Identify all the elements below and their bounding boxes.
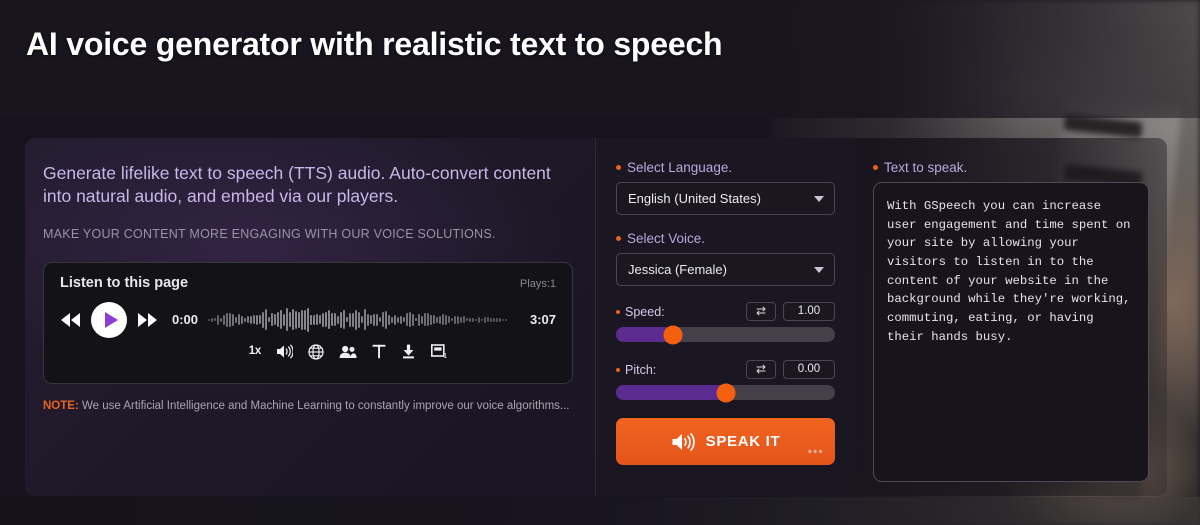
player-transport-row: 0:00 3:07 — [60, 301, 556, 338]
speak-it-button[interactable]: SPEAK IT ••• — [616, 418, 835, 465]
pitch-control-right: ⇄ 0.00 — [746, 360, 835, 379]
speed-slider-thumb[interactable] — [663, 325, 683, 344]
playback-speed-button[interactable]: 1x — [249, 345, 262, 358]
current-time: 0:00 — [172, 312, 199, 328]
pitch-label-text: Pitch: — [625, 362, 657, 377]
player-header: Listen to this page Plays:1 — [60, 275, 556, 291]
text-icon[interactable] — [372, 344, 386, 359]
voice-select-value: Jessica (Female) — [628, 262, 727, 277]
play-button[interactable] — [91, 301, 127, 338]
speed-slider[interactable] — [616, 325, 835, 344]
pitch-value-input[interactable]: 0.00 — [783, 360, 835, 379]
chevron-down-icon — [814, 266, 824, 273]
voice-label-text: Select Voice. — [627, 231, 706, 246]
rewind-icon[interactable] — [60, 312, 82, 328]
language-label: Select Language. — [616, 160, 835, 175]
note-prefix: NOTE: — [43, 399, 79, 412]
controls-panel: Select Language. English (United States)… — [595, 138, 855, 496]
waveform-scrubber[interactable] — [208, 307, 520, 333]
speed-value-input[interactable]: 1.00 — [783, 302, 835, 321]
download-icon[interactable] — [401, 344, 416, 359]
bullet-dot-icon — [616, 236, 621, 241]
pitch-slider[interactable] — [616, 383, 835, 402]
people-icon[interactable] — [339, 345, 357, 359]
pitch-control-header: Pitch: ⇄ 0.00 — [616, 360, 835, 379]
chevron-down-icon — [814, 195, 824, 202]
globe-icon[interactable] — [308, 343, 324, 360]
total-duration: 3:07 — [529, 312, 556, 328]
text-to-speak-label: Text to speak. — [873, 160, 1149, 175]
language-select[interactable]: English (United States) — [616, 182, 835, 215]
footer-backdrop — [0, 497, 1200, 525]
language-select-value: English (United States) — [628, 191, 761, 206]
player-title: Listen to this page — [60, 274, 189, 291]
fast-forward-icon[interactable] — [136, 312, 158, 328]
text-panel: Text to speak. With GSpeech you can incr… — [855, 138, 1167, 496]
bullet-dot-icon — [616, 367, 620, 372]
text-to-speak-label-text: Text to speak. — [884, 160, 968, 175]
bullet-dot-icon — [873, 165, 878, 170]
subheading: MAKE YOUR CONTENT MORE ENGAGING WITH OUR… — [43, 226, 496, 241]
bullet-dot-icon — [616, 165, 621, 170]
bullet-dot-icon — [616, 309, 620, 314]
svg-text:1: 1 — [443, 353, 447, 359]
text-to-speak-input[interactable]: With GSpeech you can increase user engag… — [873, 182, 1149, 482]
pitch-reset-icon[interactable]: ⇄ — [746, 360, 776, 379]
pitch-slider-thumb[interactable] — [716, 383, 735, 402]
speak-it-label: SPEAK IT — [705, 433, 781, 450]
speed-label-text: Speed: — [625, 304, 665, 319]
speed-control-right: ⇄ 1.00 — [746, 302, 835, 321]
page-root: AI voice generator with realistic text t… — [0, 0, 1200, 525]
play-icon — [104, 311, 118, 328]
speed-reset-icon[interactable]: ⇄ — [746, 302, 776, 321]
speed-label: Speed: — [616, 305, 665, 319]
page-title: AI voice generator with realistic text t… — [26, 26, 723, 62]
player-play-count: Plays:1 — [519, 277, 556, 290]
player-options-row: 1x 1 — [60, 343, 556, 360]
audio-player: Listen to this page Plays:1 0:00 3:07 1x… — [43, 261, 573, 384]
embed-icon[interactable]: 1 — [431, 344, 448, 359]
speed-control-header: Speed: ⇄ 1.00 — [616, 302, 835, 321]
volume-icon[interactable] — [276, 344, 293, 359]
note-text: We use Artificial Intelligence and Machi… — [78, 399, 570, 412]
speaker-icon — [671, 432, 695, 452]
left-panel: Generate lifelike text to speech (TTS) a… — [25, 138, 595, 496]
voice-label: Select Voice. — [616, 231, 835, 246]
disclaimer-note: NOTE: We use Artificial Intelligence and… — [43, 398, 573, 415]
pitch-label: Pitch: — [616, 363, 656, 377]
lead-paragraph: Generate lifelike text to speech (TTS) a… — [43, 163, 551, 207]
voice-select[interactable]: Jessica (Female) — [616, 253, 835, 286]
language-label-text: Select Language. — [627, 160, 733, 175]
main-card: Generate lifelike text to speech (TTS) a… — [25, 138, 1167, 496]
speak-it-dots: ••• — [807, 446, 824, 458]
pitch-slider-fill — [616, 385, 726, 400]
